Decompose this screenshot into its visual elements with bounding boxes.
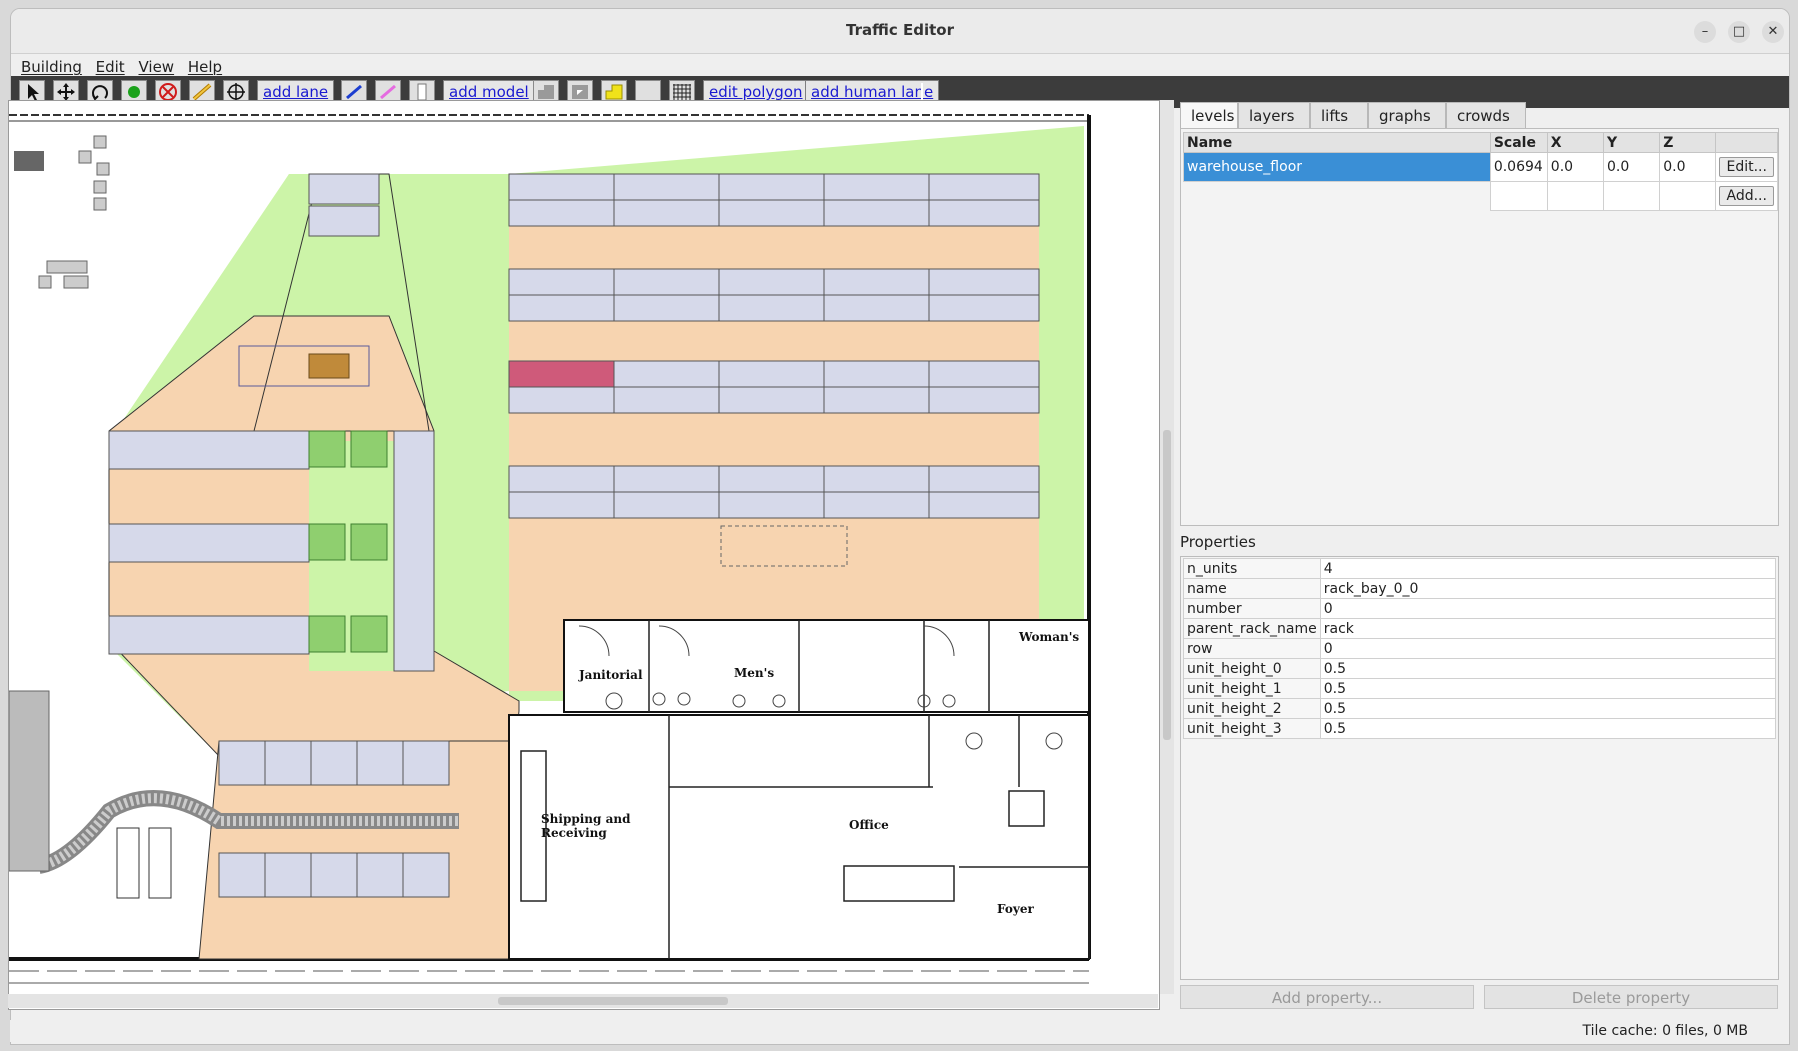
- room-label-office: Office: [849, 818, 889, 832]
- tab-crowds[interactable]: crowds: [1446, 102, 1526, 128]
- property-value[interactable]: 0.5: [1319, 718, 1777, 739]
- property-row[interactable]: name rack_bay_0_0: [1183, 578, 1777, 599]
- room-label-womans: Woman's: [1018, 630, 1079, 644]
- col-name: Name: [1183, 132, 1491, 153]
- tab-layers[interactable]: layers: [1238, 102, 1310, 128]
- property-row[interactable]: parent_rack_name rack: [1183, 618, 1777, 639]
- property-row[interactable]: unit_height_0 0.5: [1183, 658, 1777, 679]
- property-row[interactable]: number 0: [1183, 598, 1777, 619]
- horizontal-scroll-thumb[interactable]: [498, 997, 728, 1005]
- property-key: unit_height_0: [1183, 658, 1321, 679]
- status-bar: Tile cache: 0 files, 0 MB: [10, 1020, 1788, 1042]
- menu-view[interactable]: View: [136, 54, 181, 76]
- close-icon[interactable]: ✕: [1762, 21, 1784, 43]
- toolbar-separator: [921, 83, 923, 101]
- menu-help[interactable]: Help: [186, 54, 229, 76]
- property-row[interactable]: unit_height_3 0.5: [1183, 718, 1777, 739]
- edit-level-button[interactable]: Edit...: [1719, 157, 1774, 177]
- levels-panel: Name Scale X Y Z warehouse_floor 0.0694 …: [1180, 128, 1779, 526]
- property-row[interactable]: unit_height_2 0.5: [1183, 698, 1777, 719]
- window-title: Traffic Editor: [846, 21, 954, 39]
- room-label-foyer: Foyer: [997, 902, 1034, 916]
- property-value[interactable]: 0.5: [1319, 658, 1777, 679]
- properties-panel: n_units 4 name rack_bay_0_0 number 0 parent…: [1180, 556, 1779, 980]
- properties-table: n_units 4 name rack_bay_0_0 number 0 parent…: [1183, 558, 1777, 739]
- delete-property-button[interactable]: Delete property: [1484, 985, 1778, 1009]
- add-property-button[interactable]: Add property...: [1180, 985, 1474, 1009]
- col-scale: Scale: [1489, 132, 1548, 153]
- property-key: parent_rack_name: [1183, 618, 1321, 639]
- property-value[interactable]: rack: [1319, 618, 1777, 639]
- property-value[interactable]: rack_bay_0_0: [1319, 578, 1777, 599]
- property-value[interactable]: 0: [1319, 638, 1777, 659]
- map-vertical-scrollbar[interactable]: [1160, 100, 1174, 994]
- property-key: unit_height_2: [1183, 698, 1321, 719]
- property-key: n_units: [1183, 558, 1321, 579]
- menu-building[interactable]: Building: [19, 54, 89, 76]
- level-y[interactable]: 0.0: [1603, 152, 1661, 182]
- property-key: number: [1183, 598, 1321, 619]
- tab-lifts[interactable]: lifts: [1310, 102, 1368, 128]
- level-z[interactable]: 0.0: [1659, 152, 1717, 182]
- menu-edit[interactable]: Edit: [94, 54, 132, 76]
- col-actions: [1715, 132, 1778, 153]
- property-value[interactable]: 0.5: [1319, 678, 1777, 699]
- property-value[interactable]: 0: [1319, 598, 1777, 619]
- status-text: Tile cache: 0 files, 0 MB: [1582, 1023, 1748, 1039]
- maximize-icon[interactable]: □: [1728, 21, 1750, 43]
- selected-rack: [508, 360, 615, 388]
- properties-title: Properties: [1180, 533, 1256, 551]
- table-row[interactable]: warehouse_floor 0.0694 0.0 0.0 0.0 Edit.…: [1183, 152, 1778, 182]
- room-label-shipping: Shipping and: [541, 812, 631, 826]
- menu-bar: Building Edit View Help: [11, 54, 1789, 76]
- room-label-janitorial: Janitorial: [578, 668, 643, 682]
- level-scale[interactable]: 0.0694: [1489, 152, 1548, 182]
- property-value[interactable]: 4: [1319, 558, 1777, 579]
- vertical-scroll-thumb[interactable]: [1163, 430, 1171, 740]
- col-x: X: [1546, 132, 1605, 153]
- col-z: Z: [1659, 132, 1717, 153]
- level-name[interactable]: warehouse_floor: [1183, 152, 1491, 182]
- col-y: Y: [1603, 132, 1661, 153]
- map-horizontal-scrollbar[interactable]: [8, 994, 1158, 1008]
- property-key: unit_height_1: [1183, 678, 1321, 699]
- minimize-icon[interactable]: –: [1694, 21, 1716, 43]
- property-key: name: [1183, 578, 1321, 599]
- orange-floor-zone: [509, 174, 1039, 691]
- room-label-receiving: Receiving: [541, 826, 607, 840]
- levels-table: Name Scale X Y Z warehouse_floor 0.0694 …: [1183, 132, 1778, 211]
- add-level-button[interactable]: Add...: [1719, 186, 1774, 206]
- property-row[interactable]: unit_height_1 0.5: [1183, 678, 1777, 699]
- property-key: unit_height_3: [1183, 718, 1321, 739]
- map-canvas[interactable]: Janitorial Men's Woman's Shipping and Re…: [8, 100, 1160, 1010]
- floor-plan[interactable]: Janitorial Men's Woman's Shipping and Re…: [8, 101, 1159, 1009]
- property-key: row: [1183, 638, 1321, 659]
- property-value[interactable]: 0.5: [1319, 698, 1777, 719]
- tab-levels[interactable]: levels: [1180, 102, 1238, 128]
- property-row[interactable]: row 0: [1183, 638, 1777, 659]
- title-bar: Traffic Editor – □ ✕: [11, 9, 1789, 54]
- property-row[interactable]: n_units 4: [1183, 558, 1777, 579]
- tab-graphs[interactable]: graphs: [1368, 102, 1446, 128]
- level-x[interactable]: 0.0: [1546, 152, 1605, 182]
- room-label-mens: Men's: [734, 666, 774, 680]
